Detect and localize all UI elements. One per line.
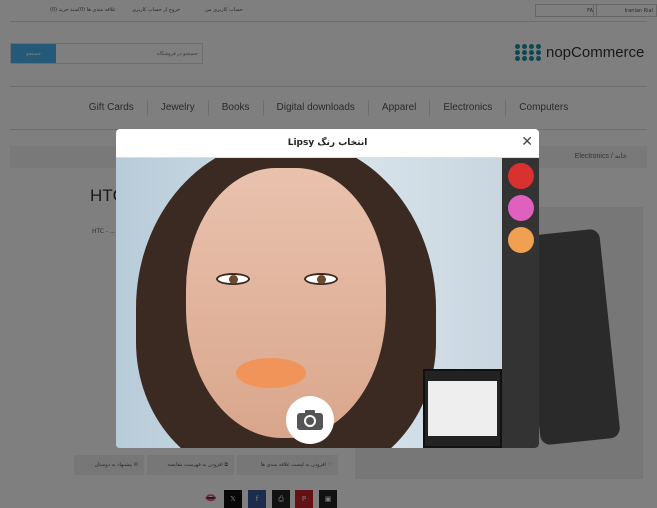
camera-icon — [297, 410, 323, 430]
camera-button[interactable] — [286, 396, 334, 444]
eye — [216, 273, 250, 285]
eye — [304, 273, 338, 285]
reference-thumbnail[interactable] — [423, 369, 502, 448]
modal-title: انتخاب رنگ Lipsy — [116, 129, 539, 158]
color-picker-modal: انتخاب رنگ Lipsy ✕ — [116, 129, 539, 448]
lips-preview — [236, 358, 306, 388]
swatch-panel — [502, 158, 539, 448]
camera-preview — [116, 158, 502, 448]
face — [186, 168, 386, 438]
swatch-red[interactable] — [507, 163, 534, 189]
swatch-orange[interactable] — [507, 227, 534, 253]
swatch-pink[interactable] — [507, 195, 534, 221]
close-icon[interactable]: ✕ — [521, 134, 533, 150]
